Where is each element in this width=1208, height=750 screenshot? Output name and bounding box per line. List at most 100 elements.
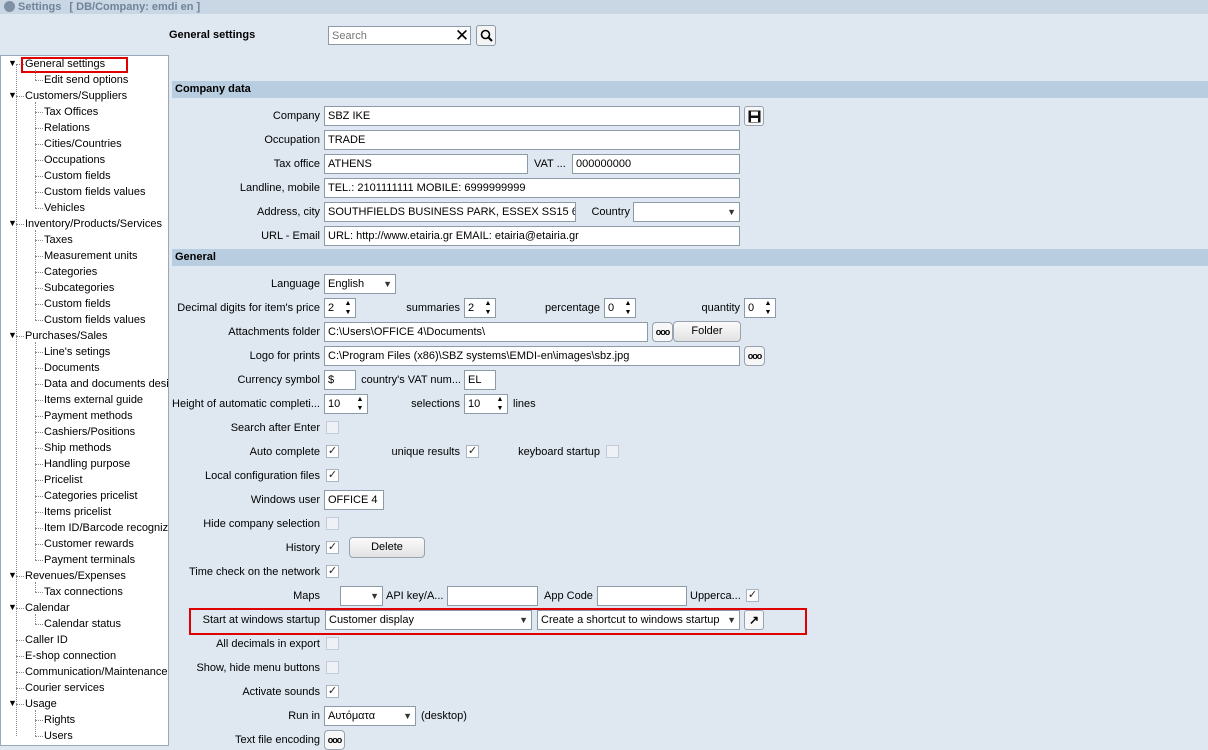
tree-item-label: Custom fields values	[44, 314, 146, 326]
tree-group[interactable]: E-shop connection	[25, 648, 116, 664]
tree-item[interactable]: Calendar status	[44, 616, 121, 632]
close-icon[interactable]: ✕	[453, 26, 471, 45]
uppercase-checkbox[interactable]: ✓	[746, 589, 759, 602]
tree-connector	[16, 640, 24, 641]
tax-office-field[interactable]: ATHENS	[324, 154, 528, 174]
tree-item[interactable]: Custom fields values	[44, 312, 146, 328]
ellipsis-icon[interactable]: ooo	[652, 322, 673, 342]
currency-field[interactable]: $	[324, 370, 356, 390]
delete-button[interactable]: Delete	[349, 537, 425, 558]
search-input[interactable]	[328, 26, 471, 45]
tree-item[interactable]: Users	[44, 728, 73, 744]
hide-company-checkbox[interactable]	[326, 517, 339, 530]
tree-item[interactable]: Occupations	[44, 152, 105, 168]
logo-label: Logo for prints	[249, 350, 320, 362]
tree-group[interactable]: Purchases/Sales	[25, 328, 108, 344]
phone-field[interactable]: TEL.: 2101111111 MOBILE: 6999999999	[324, 178, 740, 198]
tree-item[interactable]: Documents	[44, 360, 100, 376]
shortcut-select[interactable]: Create a shortcut to windows startup ▼	[537, 610, 740, 630]
decimal-digits-stepper[interactable]: 2 ▲ ▼	[324, 298, 356, 318]
tree-item[interactable]: Payment methods	[44, 408, 133, 424]
api-key-field[interactable]	[447, 586, 538, 606]
occupation-field[interactable]: TRADE	[324, 130, 740, 150]
ellipsis-icon[interactable]: ooo	[324, 730, 345, 750]
search-button[interactable]	[476, 25, 496, 46]
tree-item[interactable]: Items pricelist	[44, 504, 111, 520]
country-vat-field[interactable]: EL	[464, 370, 496, 390]
settings-tree[interactable]: General settings ▼ Edit send options Custom…	[0, 55, 169, 746]
windows-user-field[interactable]: OFFICE 4	[324, 490, 384, 510]
tree-group[interactable]: Usage	[25, 696, 57, 712]
tree-group[interactable]: Calendar	[25, 600, 70, 616]
tree-group[interactable]: Caller ID	[25, 632, 68, 648]
all-decimals-checkbox[interactable]	[326, 637, 339, 650]
quantity-stepper[interactable]: 0 ▲ ▼	[744, 298, 776, 318]
tree-item[interactable]: Handling purpose	[44, 456, 130, 472]
tree-item[interactable]: Pricelist	[44, 472, 83, 488]
tree-group[interactable]: Courier services	[25, 680, 104, 696]
tree-item[interactable]: Relations	[44, 120, 90, 136]
tree-item[interactable]: Cashiers/Positions	[44, 424, 135, 440]
autocomplete-height-stepper[interactable]: 10 ▲ ▼	[324, 394, 368, 414]
address-field[interactable]: SOUTHFIELDS BUSINESS PARK, ESSEX SS15 6T…	[324, 202, 576, 222]
tree-item[interactable]: Measurement units	[44, 248, 138, 264]
maps-select[interactable]: ▼	[340, 586, 383, 606]
tree-group[interactable]: Customers/Suppliers	[25, 88, 127, 104]
search-enter-checkbox[interactable]	[326, 421, 339, 434]
logo-field[interactable]: C:\Program Files (x86)\SBZ systems\EMDI-…	[324, 346, 740, 366]
time-check-checkbox[interactable]: ✓	[326, 565, 339, 578]
save-button[interactable]	[744, 106, 764, 126]
show-hide-buttons-label: Show, hide menu buttons	[196, 662, 320, 674]
url-field[interactable]: URL: http://www.etairia.gr EMAIL: etairi…	[324, 226, 740, 246]
tree-item[interactable]: Line's setings	[44, 344, 110, 360]
tree-item[interactable]: Edit send options	[44, 72, 128, 88]
shortcut-icon[interactable]: ↗	[744, 610, 764, 630]
attachments-field[interactable]: C:\Users\OFFICE 4\Documents\	[324, 322, 648, 342]
tree-item-label: Communication/Maintenance	[25, 666, 168, 678]
tree-item[interactable]: Item ID/Barcode recognize	[44, 520, 168, 536]
run-in-select[interactable]: Αυτόματα ▼	[324, 706, 416, 726]
tree-group[interactable]: Communication/Maintenance	[25, 664, 167, 680]
tree-item[interactable]: Customer rewards	[44, 536, 134, 552]
app-code-field[interactable]	[597, 586, 687, 606]
tree-group[interactable]: Inventory/Products/Services	[25, 216, 162, 232]
tree-item[interactable]: Data and documents desi	[44, 376, 168, 392]
tree-item[interactable]: Custom fields	[44, 296, 111, 312]
percentage-stepper[interactable]: 0 ▲ ▼	[604, 298, 636, 318]
tree-connector	[16, 656, 24, 657]
quantity-label: quantity	[701, 302, 740, 314]
tree-item[interactable]: Ship methods	[44, 440, 111, 456]
tree-item[interactable]: Custom fields values	[44, 184, 146, 200]
tree-item[interactable]: Taxes	[44, 232, 73, 248]
tree-item-label: Purchases/Sales	[25, 330, 108, 342]
tree-item[interactable]: Tax Offices	[44, 104, 98, 120]
ellipsis-icon[interactable]: ooo	[744, 346, 765, 366]
company-field[interactable]: SBZ IKE	[324, 106, 740, 126]
history-checkbox[interactable]: ✓	[326, 541, 339, 554]
vat-field[interactable]: 000000000	[572, 154, 740, 174]
tree-item[interactable]: Categories pricelist	[44, 488, 138, 504]
tree-item[interactable]: Vehicles	[44, 200, 85, 216]
sounds-checkbox[interactable]: ✓	[326, 685, 339, 698]
show-hide-buttons-checkbox[interactable]	[326, 661, 339, 674]
summaries-stepper[interactable]: 2 ▲ ▼	[464, 298, 496, 318]
tree-connector	[35, 128, 43, 129]
autocomplete-checkbox[interactable]: ✓	[326, 445, 339, 458]
keyboard-startup-checkbox[interactable]	[606, 445, 619, 458]
tree-item[interactable]: Cities/Countries	[44, 136, 122, 152]
tree-item[interactable]: Custom fields	[44, 168, 111, 184]
folder-button[interactable]: Folder	[673, 321, 741, 342]
language-select[interactable]: English ▼	[324, 274, 396, 294]
tree-item[interactable]: Categories	[44, 264, 97, 280]
tree-item[interactable]: Payment terminals	[44, 552, 135, 568]
startup-select[interactable]: Customer display ▼	[325, 610, 532, 630]
unique-results-checkbox[interactable]: ✓	[466, 445, 479, 458]
selections-stepper[interactable]: 10 ▲ ▼	[464, 394, 508, 414]
tree-item[interactable]: Subcategories	[44, 280, 114, 296]
tree-item[interactable]: Rights	[44, 712, 75, 728]
local-config-checkbox[interactable]: ✓	[326, 469, 339, 482]
country-select[interactable]: ▼	[633, 202, 740, 222]
tree-group[interactable]: Revenues/Expenses	[25, 568, 126, 584]
tree-item[interactable]: Tax connections	[44, 584, 123, 600]
tree-item[interactable]: Items external guide	[44, 392, 143, 408]
